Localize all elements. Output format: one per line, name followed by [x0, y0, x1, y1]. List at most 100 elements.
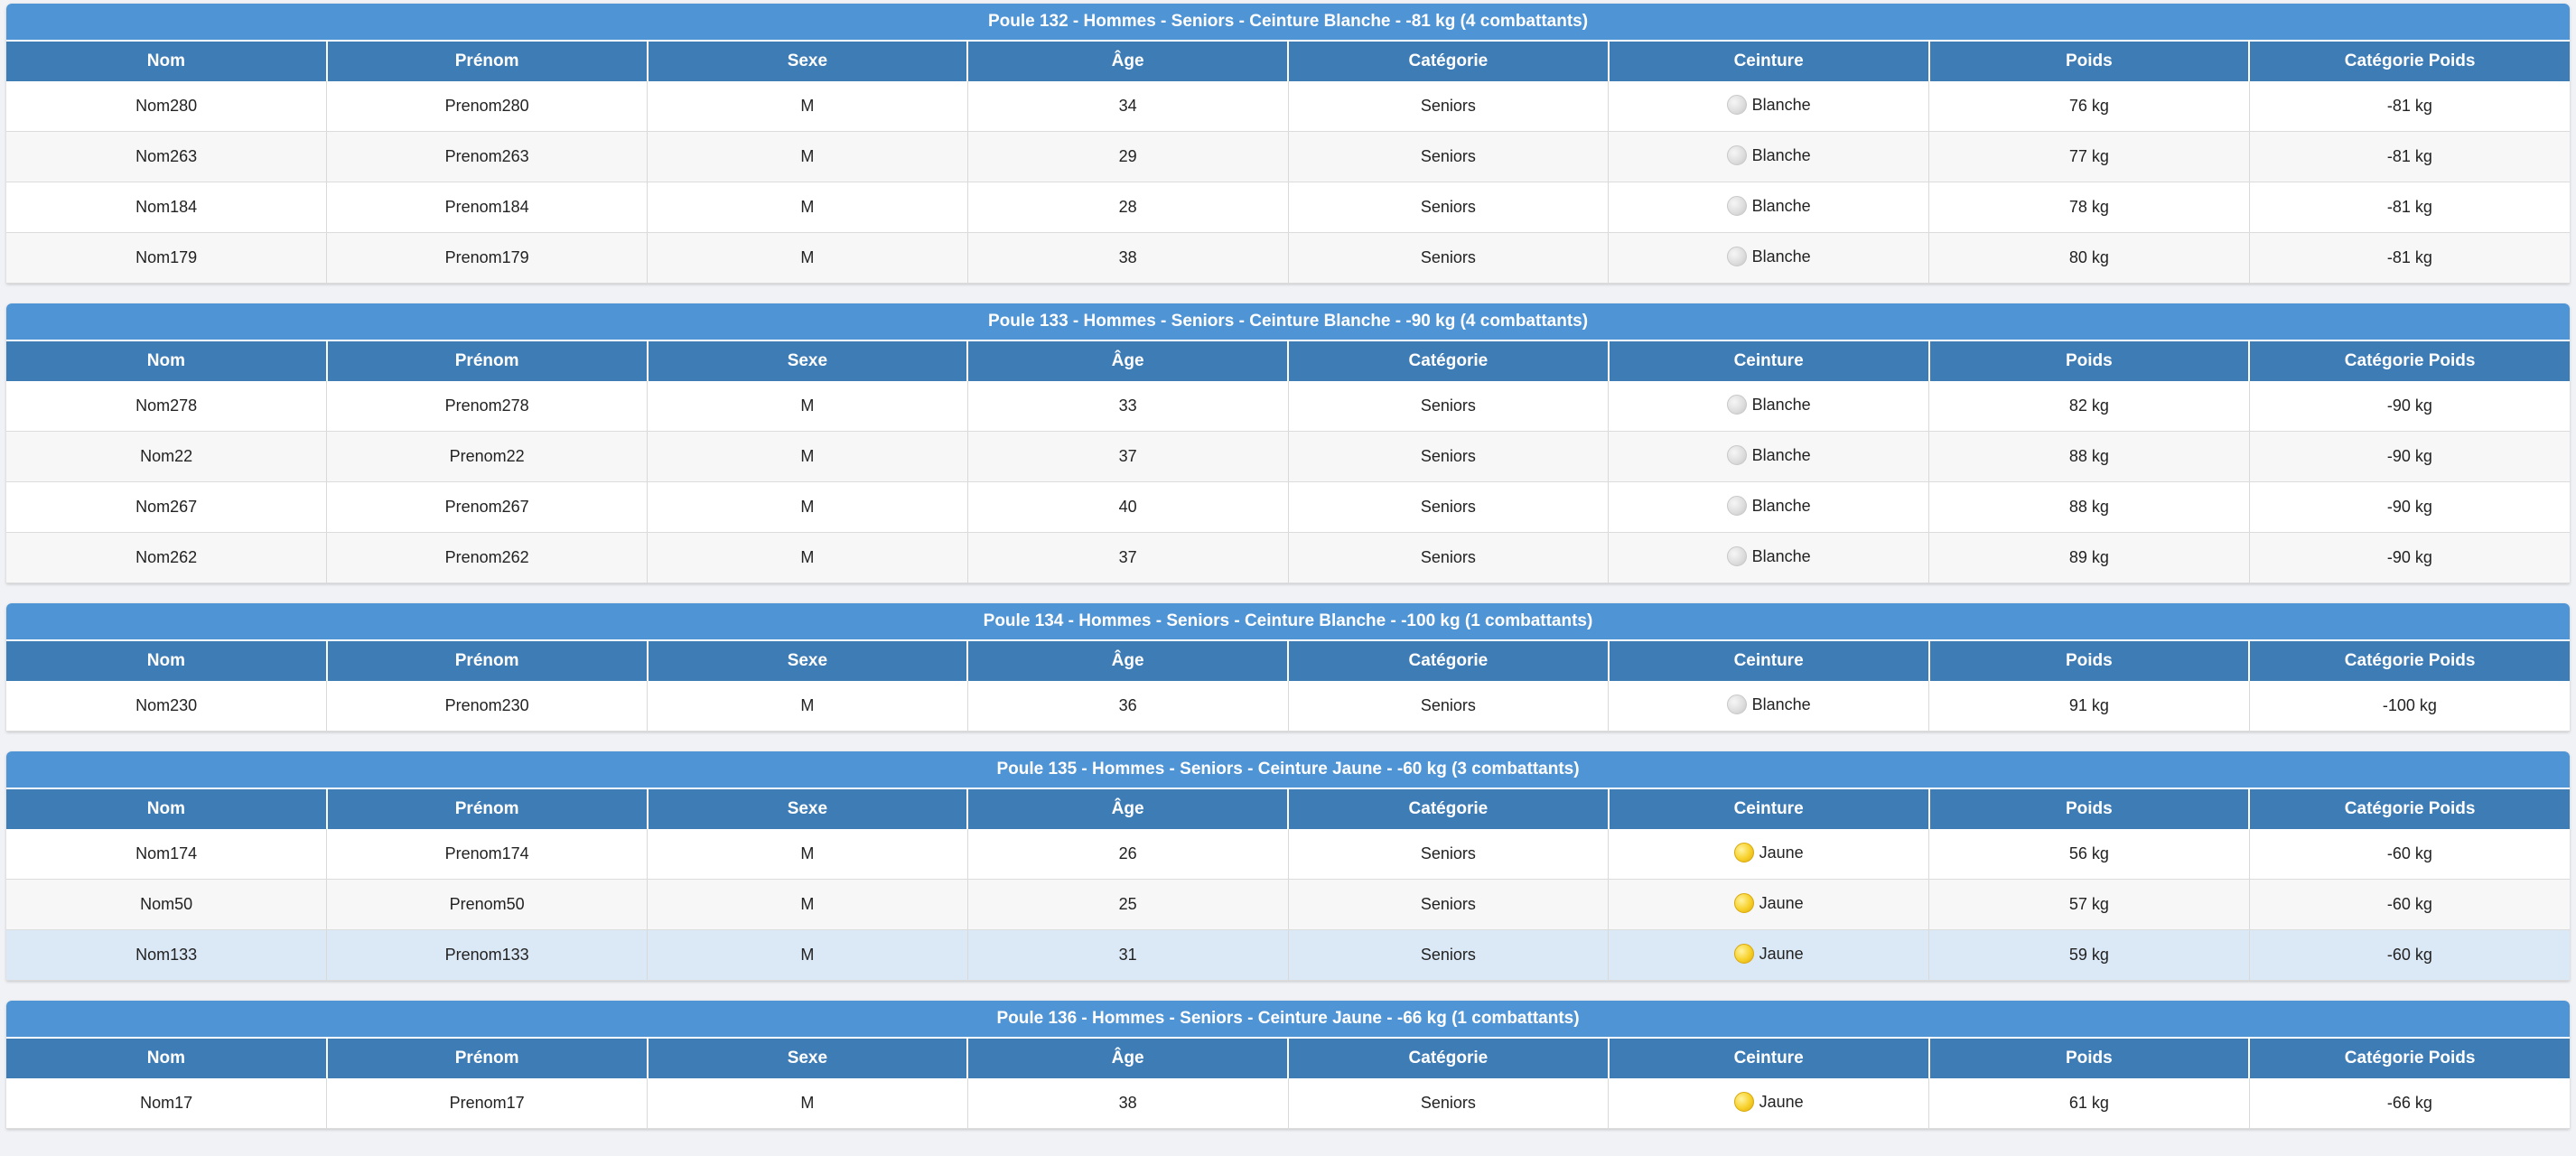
column-header-categorie[interactable]: Catégorie	[1288, 341, 1610, 381]
column-header-categorie[interactable]: Catégorie	[1288, 1039, 1610, 1078]
column-header-prenom[interactable]: Prénom	[326, 42, 649, 81]
ceinture-cell: Jaune	[1608, 879, 1929, 930]
column-header-nom[interactable]: Nom	[6, 789, 328, 829]
age-cell: 26	[967, 829, 1289, 880]
nom-cell: Nom262	[6, 532, 328, 583]
table-row[interactable]: Nom280 Prenom280 M 34 Seniors Blanche 76 kg -81…	[6, 81, 2570, 132]
table-row[interactable]: Nom17 Prenom17 M 38 Seniors Jaune 61 kg -66 kg	[6, 1078, 2570, 1129]
column-header-ceinture[interactable]: Ceinture	[1608, 789, 1930, 829]
column-header-prenom[interactable]: Prénom	[326, 341, 649, 381]
sexe-cell: M	[647, 929, 968, 981]
yellow-belt-icon	[1733, 943, 1754, 964]
pool-title: Poule 136 - Hommes - Seniors - Ceinture …	[6, 1001, 2570, 1039]
column-header-sexe[interactable]: Sexe	[647, 1039, 969, 1078]
column-header-poids[interactable]: Poids	[1928, 42, 2251, 81]
belt-label: Jaune	[1759, 1093, 1804, 1112]
table-row[interactable]: Nom22 Prenom22 M 37 Seniors Blanche 88 kg -90 k…	[6, 431, 2570, 482]
categorie-poids-cell: -90 kg	[2249, 532, 2570, 583]
sexe-cell: M	[647, 232, 968, 284]
table-row[interactable]: Nom184 Prenom184 M 28 Seniors Blanche 78 kg -81…	[6, 182, 2570, 233]
categorie-cell: Seniors	[1288, 81, 1610, 132]
sexe-cell: M	[647, 81, 968, 132]
column-header-poids[interactable]: Poids	[1928, 1039, 2251, 1078]
column-header-age[interactable]: Âge	[967, 1039, 1289, 1078]
ceinture-cell: Blanche	[1608, 81, 1929, 132]
column-header-ceinture[interactable]: Ceinture	[1608, 1039, 1930, 1078]
column-header-nom[interactable]: Nom	[6, 641, 328, 681]
poids-cell: 77 kg	[1928, 131, 2250, 182]
column-header-nom[interactable]: Nom	[6, 341, 328, 381]
column-header-sexe[interactable]: Sexe	[647, 42, 969, 81]
column-header-categorie-poids[interactable]: Catégorie Poids	[2249, 1039, 2570, 1078]
age-cell: 37	[967, 532, 1289, 583]
ceinture-cell: Blanche	[1608, 182, 1929, 233]
age-cell: 36	[967, 681, 1289, 732]
column-header-nom[interactable]: Nom	[6, 42, 328, 81]
poids-cell: 61 kg	[1928, 1078, 2250, 1129]
ceinture-cell: Jaune	[1608, 929, 1929, 981]
age-cell: 38	[967, 1078, 1289, 1129]
poids-cell: 88 kg	[1928, 431, 2250, 482]
column-header-categorie[interactable]: Catégorie	[1288, 641, 1610, 681]
column-header-categorie-poids[interactable]: Catégorie Poids	[2249, 641, 2570, 681]
pool-section: Poule 132 - Hommes - Seniors - Ceinture …	[6, 4, 2570, 284]
column-header-sexe[interactable]: Sexe	[647, 641, 969, 681]
column-header-categorie[interactable]: Catégorie	[1288, 42, 1610, 81]
table-row[interactable]: Nom133 Prenom133 M 31 Seniors Jaune 59 kg -60 k…	[6, 929, 2570, 981]
sexe-cell: M	[647, 532, 968, 583]
age-cell: 25	[967, 879, 1289, 930]
table-row[interactable]: Nom267 Prenom267 M 40 Seniors Blanche 88 kg -90…	[6, 481, 2570, 533]
categorie-cell: Seniors	[1288, 481, 1610, 533]
ceinture-cell: Blanche	[1608, 681, 1929, 732]
column-header-categorie[interactable]: Catégorie	[1288, 789, 1610, 829]
column-header-age[interactable]: Âge	[967, 341, 1289, 381]
pool-title: Poule 132 - Hommes - Seniors - Ceinture …	[6, 4, 2570, 42]
column-header-categorie-poids[interactable]: Catégorie Poids	[2249, 42, 2570, 81]
prenom-cell: Prenom22	[326, 431, 648, 482]
column-header-ceinture[interactable]: Ceinture	[1608, 341, 1930, 381]
column-header-age[interactable]: Âge	[967, 641, 1289, 681]
belt-label: Jaune	[1759, 945, 1804, 964]
column-header-prenom[interactable]: Prénom	[326, 1039, 649, 1078]
nom-cell: Nom280	[6, 81, 328, 132]
table-row[interactable]: Nom179 Prenom179 M 38 Seniors Blanche 80 kg -81…	[6, 232, 2570, 284]
column-header-prenom[interactable]: Prénom	[326, 641, 649, 681]
white-belt-icon	[1726, 444, 1747, 465]
prenom-cell: Prenom17	[326, 1078, 648, 1129]
categorie-poids-cell: -100 kg	[2249, 681, 2570, 732]
column-header-ceinture[interactable]: Ceinture	[1608, 42, 1930, 81]
table-row[interactable]: Nom50 Prenom50 M 25 Seniors Jaune 57 kg -60 kg	[6, 879, 2570, 930]
pool-title: Poule 133 - Hommes - Seniors - Ceinture …	[6, 303, 2570, 341]
column-header-poids[interactable]: Poids	[1928, 341, 2251, 381]
column-header-sexe[interactable]: Sexe	[647, 341, 969, 381]
nom-cell: Nom17	[6, 1078, 328, 1129]
column-header-age[interactable]: Âge	[967, 789, 1289, 829]
prenom-cell: Prenom133	[326, 929, 648, 981]
table-row[interactable]: Nom263 Prenom263 M 29 Seniors Blanche 77 kg -81…	[6, 131, 2570, 182]
column-header-ceinture[interactable]: Ceinture	[1608, 641, 1930, 681]
pool-section: Poule 136 - Hommes - Seniors - Ceinture …	[6, 1001, 2570, 1129]
table-row[interactable]: Nom278 Prenom278 M 33 Seniors Blanche 82 kg -90…	[6, 381, 2570, 432]
column-header-nom[interactable]: Nom	[6, 1039, 328, 1078]
poids-cell: 88 kg	[1928, 481, 2250, 533]
column-header-age[interactable]: Âge	[967, 42, 1289, 81]
sexe-cell: M	[647, 879, 968, 930]
prenom-cell: Prenom230	[326, 681, 648, 732]
belt-label: Blanche	[1751, 146, 1811, 165]
column-header-categorie-poids[interactable]: Catégorie Poids	[2249, 789, 2570, 829]
poids-cell: 56 kg	[1928, 829, 2250, 880]
column-header-categorie-poids[interactable]: Catégorie Poids	[2249, 341, 2570, 381]
column-header-prenom[interactable]: Prénom	[326, 789, 649, 829]
categorie-cell: Seniors	[1288, 879, 1610, 930]
table-row[interactable]: Nom230 Prenom230 M 36 Seniors Blanche 91 kg -10…	[6, 681, 2570, 732]
table-row[interactable]: Nom262 Prenom262 M 37 Seniors Blanche 89 kg -90…	[6, 532, 2570, 583]
prenom-cell: Prenom184	[326, 182, 648, 233]
column-header-sexe[interactable]: Sexe	[647, 789, 969, 829]
poids-cell: 76 kg	[1928, 81, 2250, 132]
table-row[interactable]: Nom174 Prenom174 M 26 Seniors Jaune 56 kg -60 k…	[6, 829, 2570, 880]
column-header-poids[interactable]: Poids	[1928, 789, 2251, 829]
table-header-row: Nom Prénom Sexe Âge Catégorie Ceinture Poids Ca…	[6, 42, 2570, 81]
categorie-cell: Seniors	[1288, 532, 1610, 583]
age-cell: 28	[967, 182, 1289, 233]
column-header-poids[interactable]: Poids	[1928, 641, 2251, 681]
